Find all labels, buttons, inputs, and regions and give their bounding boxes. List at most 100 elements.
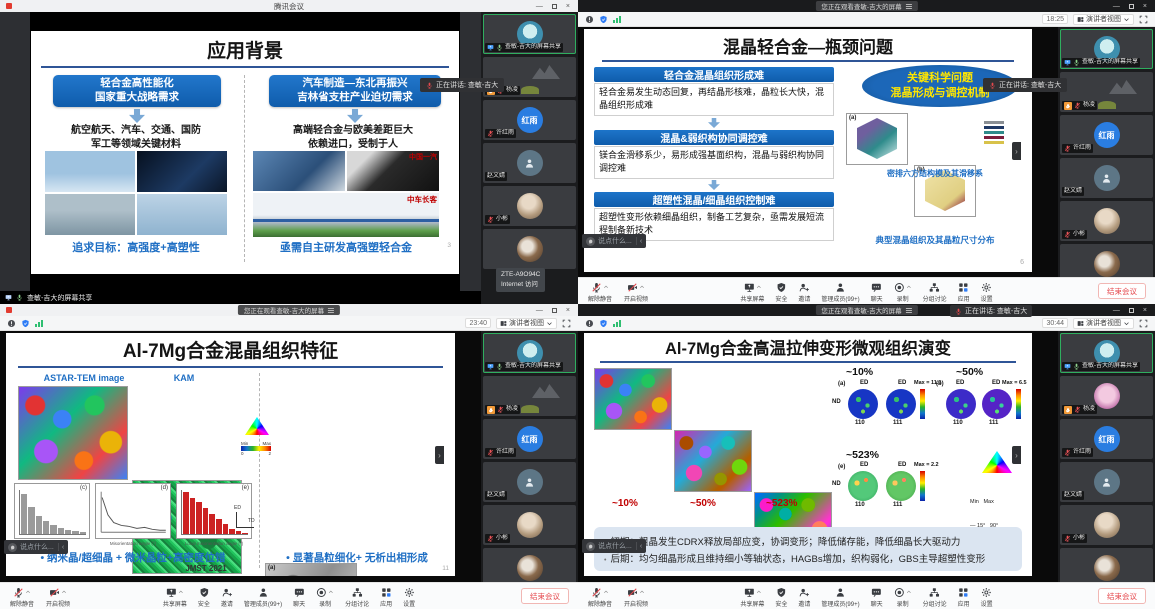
chat-input-pill[interactable]: 说点什么... ‹: [582, 539, 646, 553]
invite-button[interactable]: 邀请: [798, 281, 810, 303]
end-meeting-button[interactable]: 结束会议: [1098, 588, 1146, 604]
menu-icon[interactable]: [328, 308, 334, 313]
info-icon[interactable]: [7, 319, 16, 328]
settings-button[interactable]: 设置: [981, 586, 993, 608]
unmute-button[interactable]: 解除静音: [588, 586, 612, 608]
chat-collapse-icon[interactable]: ‹: [62, 544, 64, 551]
network-signal-icon[interactable]: [35, 319, 43, 327]
maximize-button[interactable]: [1129, 4, 1134, 9]
fullscreen-icon[interactable]: [1139, 319, 1148, 328]
participant-tile[interactable]: [483, 548, 576, 582]
chevron-up-icon[interactable]: [639, 589, 645, 595]
participant-tile[interactable]: 小彬: [1060, 201, 1153, 241]
maximize-button[interactable]: [1129, 308, 1134, 313]
share-screen-button[interactable]: 共享屏幕: [740, 281, 764, 303]
security-button[interactable]: 安全: [775, 586, 787, 608]
chevron-up-icon[interactable]: [328, 589, 334, 595]
maximize-button[interactable]: [552, 308, 557, 313]
info-icon[interactable]: [585, 15, 594, 24]
record-button[interactable]: 录制: [894, 281, 912, 303]
apps-button[interactable]: 应用: [380, 586, 392, 608]
chevron-up-icon[interactable]: [178, 589, 184, 595]
view-mode-button[interactable]: 演讲者视图: [1073, 14, 1134, 25]
participant-tile[interactable]: 小彬: [483, 186, 576, 226]
participant-tile[interactable]: [1060, 244, 1153, 277]
chevron-up-icon[interactable]: [603, 589, 609, 595]
window-titlebar[interactable]: 腾讯会议 — ×: [0, 0, 578, 12]
end-meeting-button[interactable]: 结束会议: [521, 588, 569, 604]
settings-button[interactable]: 设置: [981, 281, 993, 303]
close-button[interactable]: ×: [566, 307, 570, 314]
chevron-up-icon[interactable]: [25, 589, 31, 595]
record-button[interactable]: 录制: [316, 586, 334, 608]
window-titlebar[interactable]: 您正在观看查敏-吉大的屏幕 — ×: [578, 0, 1155, 12]
participant-tile[interactable]: [1060, 548, 1153, 582]
network-signal-icon[interactable]: [613, 15, 621, 23]
minimize-button[interactable]: —: [536, 3, 543, 10]
chat-collapse-icon[interactable]: ‹: [640, 238, 642, 245]
participant-tile[interactable]: [483, 229, 576, 269]
sidebar-collapse-button[interactable]: ›: [1012, 142, 1021, 160]
participant-tile[interactable]: 红雨 许红雨: [483, 100, 576, 140]
breakout-rooms-button[interactable]: 分组讨论: [345, 586, 369, 608]
manage-members-button[interactable]: 管理成员(99+): [244, 586, 282, 608]
apps-button[interactable]: 应用: [958, 281, 970, 303]
security-shield-icon[interactable]: [599, 319, 608, 328]
record-button[interactable]: 录制: [894, 586, 912, 608]
participant-tile[interactable]: 赵文婧: [1060, 462, 1153, 502]
close-button[interactable]: ×: [1143, 3, 1147, 10]
unmute-button[interactable]: 解除静音: [10, 586, 34, 608]
menu-icon[interactable]: [906, 4, 912, 9]
info-icon[interactable]: [585, 319, 594, 328]
participant-tile[interactable]: 红雨 许红雨: [1060, 115, 1153, 155]
start-video-button[interactable]: 开启视频: [46, 586, 70, 608]
chat-input-pill[interactable]: 说点什么... ‹: [4, 540, 68, 554]
share-screen-button[interactable]: 共享屏幕: [163, 586, 187, 608]
participant-tile[interactable]: 杨凌: [1060, 72, 1153, 112]
network-signal-icon[interactable]: [613, 319, 621, 327]
security-button[interactable]: 安全: [775, 281, 787, 303]
apps-button[interactable]: 应用: [958, 586, 970, 608]
minimize-button[interactable]: —: [1113, 3, 1120, 10]
chevron-up-icon[interactable]: [61, 589, 67, 595]
security-shield-icon[interactable]: [599, 15, 608, 24]
participant-tile[interactable]: 小彬: [1060, 505, 1153, 545]
settings-button[interactable]: 设置: [403, 586, 415, 608]
participant-tile[interactable]: 红雨 许红雨: [1060, 419, 1153, 459]
share-screen-button[interactable]: 共享屏幕: [740, 586, 764, 608]
close-button[interactable]: ×: [566, 3, 570, 10]
close-button[interactable]: ×: [1143, 307, 1147, 314]
manage-members-button[interactable]: 管理成员(99+): [821, 586, 859, 608]
sidebar-collapse-button[interactable]: ›: [1012, 446, 1021, 464]
participant-tile[interactable]: 杨凌: [1060, 376, 1153, 416]
chevron-up-icon[interactable]: [906, 284, 912, 290]
maximize-button[interactable]: [552, 4, 557, 9]
chevron-up-icon[interactable]: [906, 589, 912, 595]
view-mode-button[interactable]: 演讲者视图: [496, 318, 557, 329]
breakout-rooms-button[interactable]: 分组讨论: [923, 586, 947, 608]
chat-button[interactable]: 聊天: [293, 586, 305, 608]
participant-tile[interactable]: 赵文婧: [483, 462, 576, 502]
participant-tile[interactable]: 赵文婧: [483, 143, 576, 183]
fullscreen-icon[interactable]: [1139, 15, 1148, 24]
invite-button[interactable]: 邀请: [798, 586, 810, 608]
view-mode-button[interactable]: 演讲者视图: [1073, 318, 1134, 329]
minimize-button[interactable]: —: [536, 307, 543, 314]
security-button[interactable]: 安全: [198, 586, 210, 608]
chevron-up-icon[interactable]: [603, 284, 609, 290]
participant-tile-presenter[interactable]: 查敏-吉大的屏幕共享: [1060, 333, 1153, 373]
chevron-up-icon[interactable]: [639, 284, 645, 290]
sidebar-collapse-button[interactable]: ›: [435, 446, 444, 464]
minimize-button[interactable]: —: [1113, 307, 1120, 314]
participant-tile-presenter[interactable]: 查敏-吉大的屏幕共享: [1060, 29, 1153, 69]
end-meeting-button[interactable]: 结束会议: [1098, 283, 1146, 299]
window-titlebar[interactable]: 您正在观看查敏-吉大的屏幕 — ×: [0, 304, 578, 316]
participant-tile-presenter[interactable]: 查敏-吉大的屏幕共享: [483, 14, 576, 54]
chat-button[interactable]: 聊天: [871, 281, 883, 303]
start-video-button[interactable]: 开启视频: [624, 281, 648, 303]
chevron-up-icon[interactable]: [755, 284, 761, 290]
fullscreen-icon[interactable]: [562, 319, 571, 328]
menu-icon[interactable]: [906, 308, 912, 313]
security-shield-icon[interactable]: [21, 319, 30, 328]
participant-tile[interactable]: 红雨 许红雨: [483, 419, 576, 459]
